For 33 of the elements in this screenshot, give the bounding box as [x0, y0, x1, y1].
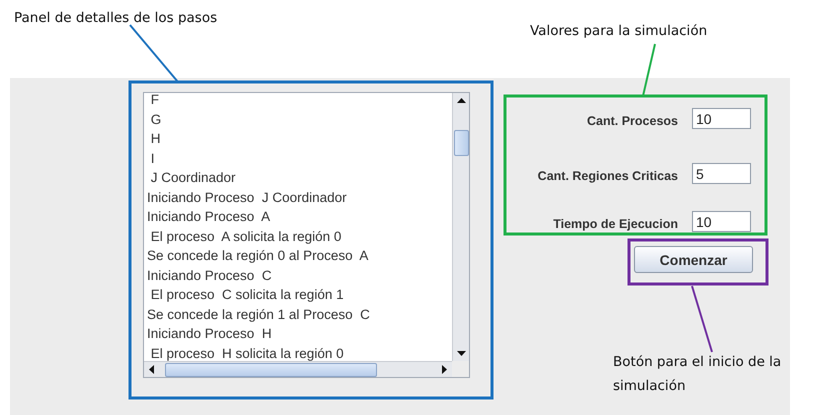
log-line: Iniciando Proceso H: [147, 325, 272, 343]
annotation-label: Botón para el inicio de la simulación: [613, 353, 782, 396]
log-line: El proceso C solicita la región 1: [150, 286, 344, 304]
leader-line: [129, 24, 179, 83]
log-line: H: [150, 130, 160, 148]
log-line: J Coordinador: [150, 169, 236, 187]
log-line: Se concede la región 1 al Proceso C: [147, 306, 370, 324]
field-label: Cant. Regiones Criticas: [536, 169, 678, 184]
scrollbar-corner: [452, 361, 469, 377]
log-line: G: [150, 110, 162, 128]
input-field[interactable]: 10: [692, 211, 751, 232]
log-line: El proceso A solicita la región 0: [150, 228, 342, 246]
annotation-label: Panel de detalles de los pasos: [14, 9, 218, 28]
field-label: Cant. Procesos: [586, 114, 678, 129]
leader-line: [691, 286, 713, 352]
log-line: Iniciando Proceso C: [147, 266, 272, 284]
log-line: Iniciando Proceso A: [147, 208, 270, 226]
vertical-scrollbar[interactable]: [452, 93, 469, 361]
input-field[interactable]: 10: [692, 108, 751, 129]
log-list[interactable]: [143, 92, 470, 378]
log-line: Se concede la región 0 al Proceso A: [147, 247, 368, 265]
input-field[interactable]: 5: [692, 163, 751, 184]
log-line: El proceso H solicita la región 0: [150, 344, 344, 361]
scroll-thumb[interactable]: [454, 130, 468, 156]
start-button[interactable]: Comenzar: [634, 246, 753, 273]
horizontal-scrollbar[interactable]: [144, 361, 452, 377]
log-line: F: [150, 93, 159, 109]
log-line: Iniciando Proceso J Coordinador: [147, 188, 347, 206]
field-label: Tiempo de Ejecucion: [552, 217, 678, 232]
scroll-thumb[interactable]: [165, 362, 377, 376]
leader-line: [642, 44, 656, 96]
log-line: I: [150, 150, 155, 168]
annotation-label: Valores para la simulación: [530, 22, 708, 41]
